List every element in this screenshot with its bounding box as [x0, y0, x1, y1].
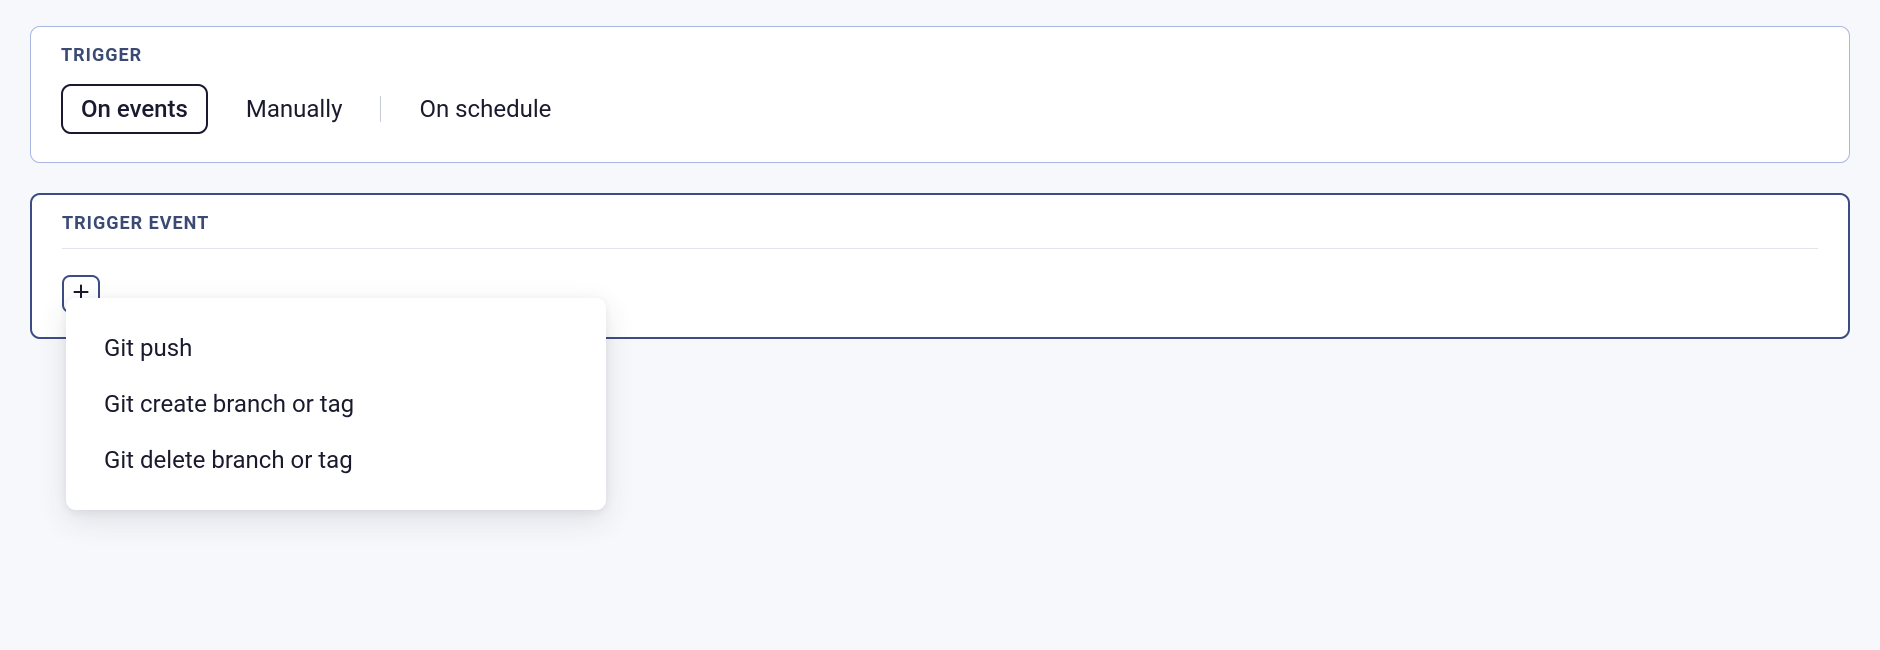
- trigger-event-section-label: Trigger Event: [62, 213, 1818, 234]
- trigger-option-divider: [380, 96, 381, 122]
- trigger-section-label: Trigger: [61, 45, 1819, 66]
- divider-line: [62, 248, 1818, 249]
- trigger-event-dropdown: Git push Git create branch or tag Git de…: [66, 298, 606, 510]
- dropdown-item-git-push[interactable]: Git push: [66, 320, 606, 376]
- dropdown-item-git-delete[interactable]: Git delete branch or tag: [66, 432, 606, 488]
- dropdown-item-git-create[interactable]: Git create branch or tag: [66, 376, 606, 432]
- trigger-option-manually[interactable]: Manually: [226, 84, 363, 134]
- trigger-options-row: On events Manually On schedule: [61, 84, 1819, 134]
- trigger-card: Trigger On events Manually On schedule: [30, 26, 1850, 163]
- trigger-option-on-events[interactable]: On events: [61, 84, 208, 134]
- trigger-option-on-schedule[interactable]: On schedule: [399, 84, 571, 134]
